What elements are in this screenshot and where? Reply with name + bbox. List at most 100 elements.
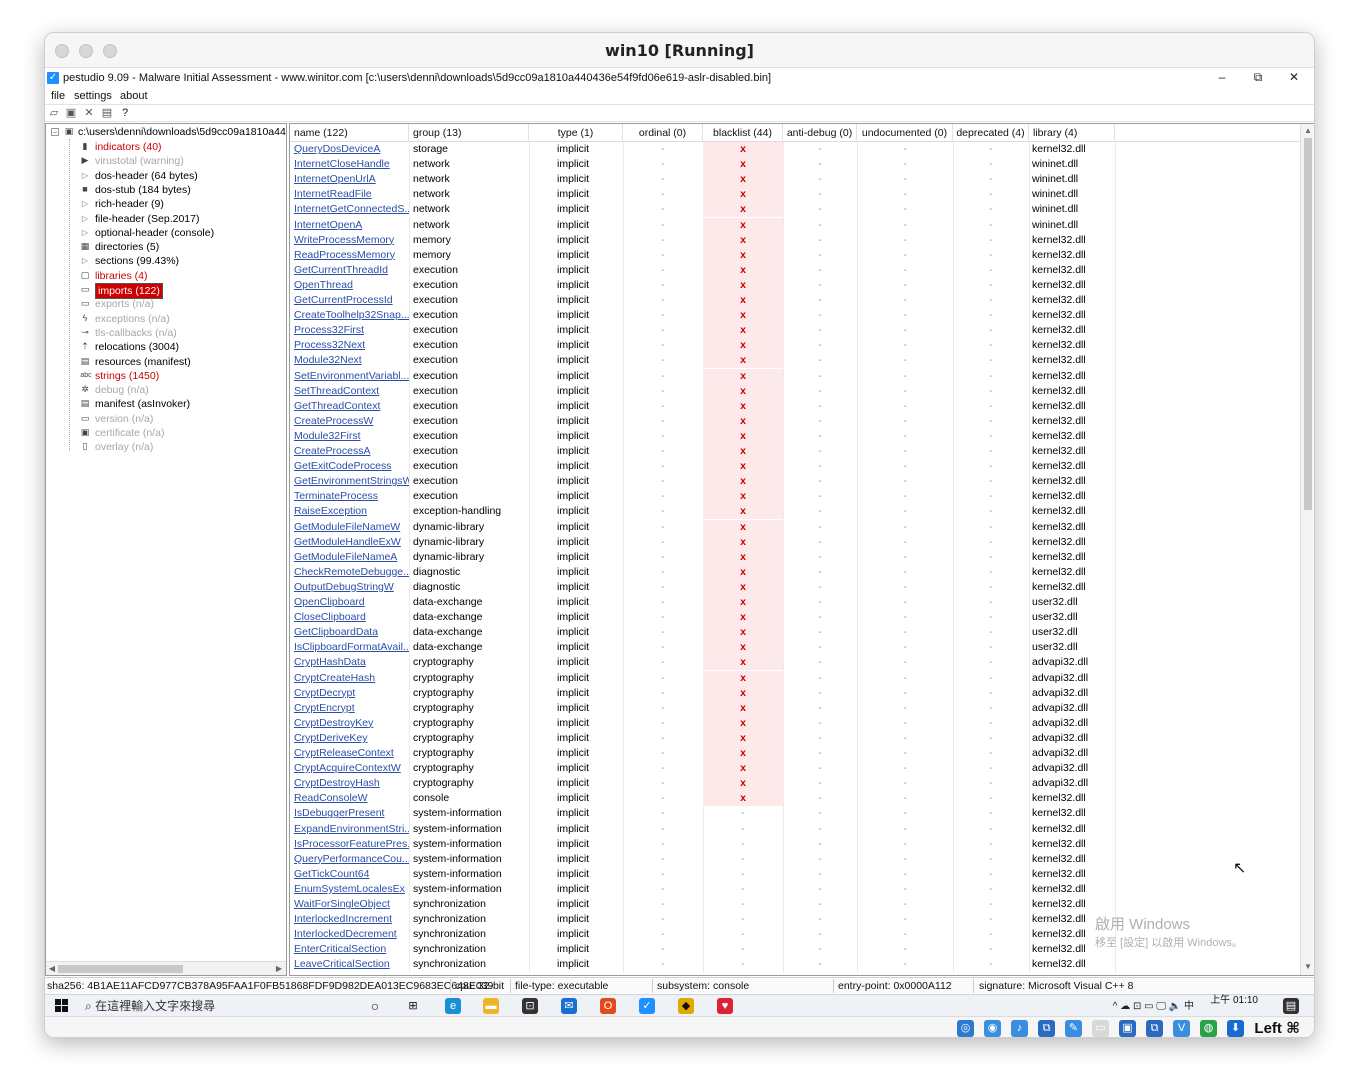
- table-vertical-scrollbar[interactable]: ▲ ▼: [1300, 124, 1314, 975]
- table-row[interactable]: IsDebuggerPresent system-information impli…: [290, 806, 1300, 821]
- table-row[interactable]: InternetOpenUrlA network implicit - x - - - wini…: [290, 172, 1300, 188]
- th-blacklist[interactable]: blacklist (44): [703, 124, 783, 142]
- table-row[interactable]: OutputDebugStringW diagnostic implicit - x - -…: [290, 579, 1300, 595]
- collapse-icon[interactable]: −: [51, 128, 59, 137]
- table-row[interactable]: CryptReleaseContext cryptography implicit -…: [290, 746, 1300, 761]
- tree-item[interactable]: ■ dos-stub (184 bytes): [46, 183, 286, 197]
- cell-import-name[interactable]: GetModuleHandleExW: [290, 535, 409, 550]
- table-row[interactable]: GetCurrentThreadId execution implicit - x - - -…: [290, 262, 1300, 278]
- th-ordinal[interactable]: ordinal (0): [623, 124, 703, 142]
- windows-start-icon[interactable]: [55, 999, 69, 1013]
- tree-scroll-thumb[interactable]: [58, 965, 183, 973]
- cell-import-name[interactable]: OutputDebugStringW: [290, 580, 409, 595]
- table-row[interactable]: CryptCreateHash cryptography implicit - x - - -…: [290, 670, 1300, 686]
- tree-item[interactable]: abc strings (1450): [46, 369, 286, 383]
- table-row[interactable]: CryptDecrypt cryptography implicit - x - - - adv…: [290, 685, 1300, 701]
- table-row[interactable]: GetModuleFileNameW dynamic-library implici…: [290, 519, 1300, 535]
- minimize-icon[interactable]: –: [1212, 70, 1232, 86]
- cell-import-name[interactable]: CheckRemoteDebugge...: [290, 565, 409, 580]
- th-type[interactable]: type (1): [529, 124, 623, 142]
- table-row[interactable]: QueryDosDeviceA storage implicit - x - - - kerne…: [290, 142, 1300, 157]
- tree-item[interactable]: ▷ optional-header (console): [46, 226, 286, 240]
- cell-import-name[interactable]: Module32Next: [290, 353, 409, 368]
- file-explorer-icon[interactable]: ▬: [483, 998, 499, 1014]
- table-row[interactable]: GetExitCodeProcess execution implicit - x - - -…: [290, 459, 1300, 475]
- globe-icon[interactable]: ◍: [1200, 1020, 1217, 1037]
- tree-item[interactable]: ▭ exports (n/a): [46, 297, 286, 311]
- table-row[interactable]: WriteProcessMemory memory implicit - x - - - ker…: [290, 232, 1300, 248]
- table-row[interactable]: TerminateProcess execution implicit - x - - - ke…: [290, 489, 1300, 505]
- table-row[interactable]: GetTickCount64 system-information implicit…: [290, 867, 1300, 882]
- table-row[interactable]: Process32First execution implicit - x - - - kern…: [290, 323, 1300, 339]
- cell-import-name[interactable]: IsDebuggerPresent: [290, 806, 409, 821]
- tree-item[interactable]: ⊸ tls-callbacks (n/a): [46, 326, 286, 340]
- tree-item[interactable]: ▭ version (n/a): [46, 412, 286, 426]
- restore-icon[interactable]: ⧉: [1248, 70, 1268, 86]
- tree-item[interactable]: ▮ indicators (40): [46, 140, 286, 154]
- cell-import-name[interactable]: OpenThread: [290, 278, 409, 293]
- table-row[interactable]: GetModuleHandleExW dynamic-library implici…: [290, 534, 1300, 550]
- th-deprecated[interactable]: deprecated (4): [953, 124, 1029, 142]
- cell-import-name[interactable]: CryptEncrypt: [290, 701, 409, 716]
- tree-item[interactable]: ✲ debug (n/a): [46, 383, 286, 397]
- tree-item[interactable]: ▣ certificate (n/a): [46, 426, 286, 440]
- cell-import-name[interactable]: Module32First: [290, 429, 409, 444]
- th-anti-debug[interactable]: anti-debug (0): [783, 124, 857, 142]
- cell-import-name[interactable]: RaiseException: [290, 504, 409, 519]
- table-row[interactable]: RaiseException exception-handling implicit…: [290, 504, 1300, 520]
- menu-about[interactable]: about: [120, 90, 148, 102]
- tree-item[interactable]: ϟ exceptions (n/a): [46, 312, 286, 326]
- cell-import-name[interactable]: CryptDestroyKey: [290, 716, 409, 731]
- cell-import-name[interactable]: SetThreadContext: [290, 384, 409, 399]
- table-row[interactable]: ExpandEnvironmentStri... system-informati…: [290, 822, 1300, 837]
- app-taskbar-icon[interactable]: ♥: [717, 998, 733, 1014]
- network-icon[interactable]: ⧉: [1038, 1020, 1055, 1037]
- expand-icon[interactable]: ▷: [81, 257, 89, 265]
- cell-import-name[interactable]: Process32Next: [290, 338, 409, 353]
- cell-import-name[interactable]: OpenClipboard: [290, 595, 409, 610]
- cell-import-name[interactable]: InternetCloseHandle: [290, 157, 409, 172]
- taskbar-search[interactable]: ⌕ 在這裡輸入文字來搜尋: [85, 997, 350, 1015]
- office-icon[interactable]: O: [600, 998, 616, 1014]
- close-file-icon[interactable]: ✕: [82, 107, 96, 120]
- table-row[interactable]: InternetCloseHandle network implicit - x - - - w…: [290, 157, 1300, 173]
- cell-import-name[interactable]: InternetOpenUrlA: [290, 172, 409, 187]
- tree-item[interactable]: ⇡ relocations (3004): [46, 340, 286, 354]
- tree-horizontal-scrollbar[interactable]: ◀ ▶: [46, 961, 286, 975]
- cell-import-name[interactable]: InterlockedIncrement: [290, 912, 409, 927]
- cell-import-name[interactable]: IsClipboardFormatAvail...: [290, 640, 409, 655]
- recording-icon[interactable]: V: [1173, 1020, 1190, 1037]
- tree-item[interactable]: ▷ sections (99.43%): [46, 254, 286, 268]
- table-row[interactable]: CryptEncrypt cryptography implicit - x - - - adv…: [290, 700, 1300, 716]
- table-row[interactable]: CreateToolhelp32Snap... execution implicit…: [290, 308, 1300, 324]
- video-capture-icon[interactable]: ⧉: [1146, 1020, 1163, 1037]
- table-row[interactable]: Module32Next execution implicit - x - - - kernel…: [290, 353, 1300, 369]
- cell-import-name[interactable]: GetEnvironmentStringsW: [290, 474, 409, 489]
- table-row[interactable]: CreateProcessW execution implicit - x - - - kern…: [290, 413, 1300, 429]
- cell-import-name[interactable]: InternetOpenA: [290, 218, 409, 233]
- download-icon[interactable]: ⬇: [1227, 1020, 1244, 1037]
- tree-item[interactable]: ▦ directories (5): [46, 240, 286, 254]
- save-icon[interactable]: ▣: [64, 107, 78, 120]
- tree-item[interactable]: ▢ libraries (4): [46, 269, 286, 283]
- cell-import-name[interactable]: CryptCreateHash: [290, 671, 409, 686]
- cell-import-name[interactable]: CreateProcessA: [290, 444, 409, 459]
- menu-file[interactable]: file: [51, 90, 65, 102]
- table-row[interactable]: GetModuleFileNameA dynamic-library implici…: [290, 549, 1300, 565]
- ida-icon[interactable]: ◆: [678, 998, 694, 1014]
- table-row[interactable]: InternetReadFile network implicit - x - - - wini…: [290, 187, 1300, 203]
- tree-item[interactable]: ▤ resources (manifest): [46, 355, 286, 369]
- cell-import-name[interactable]: ReadProcessMemory: [290, 248, 409, 263]
- cell-import-name[interactable]: GetThreadContext: [290, 399, 409, 414]
- cell-import-name[interactable]: GetModuleFileNameA: [290, 550, 409, 565]
- table-row[interactable]: OpenThread execution implicit - x - - - kernel32…: [290, 277, 1300, 293]
- expand-icon[interactable]: ▷: [81, 228, 89, 237]
- cell-import-name[interactable]: QueryDosDeviceA: [290, 142, 409, 157]
- cell-import-name[interactable]: InternetGetConnectedS...: [290, 202, 409, 217]
- table-row[interactable]: InternetGetConnectedS... network implicit -…: [290, 202, 1300, 218]
- cell-import-name[interactable]: WriteProcessMemory: [290, 233, 409, 248]
- cell-import-name[interactable]: CreateToolhelp32Snap...: [290, 308, 409, 323]
- table-row[interactable]: CryptDestroyHash cryptography implicit - x - -…: [290, 776, 1300, 792]
- cell-import-name[interactable]: EnumSystemLocalesEx: [290, 882, 409, 897]
- tree-item[interactable]: ▷ file-header (Sep.2017): [46, 212, 286, 226]
